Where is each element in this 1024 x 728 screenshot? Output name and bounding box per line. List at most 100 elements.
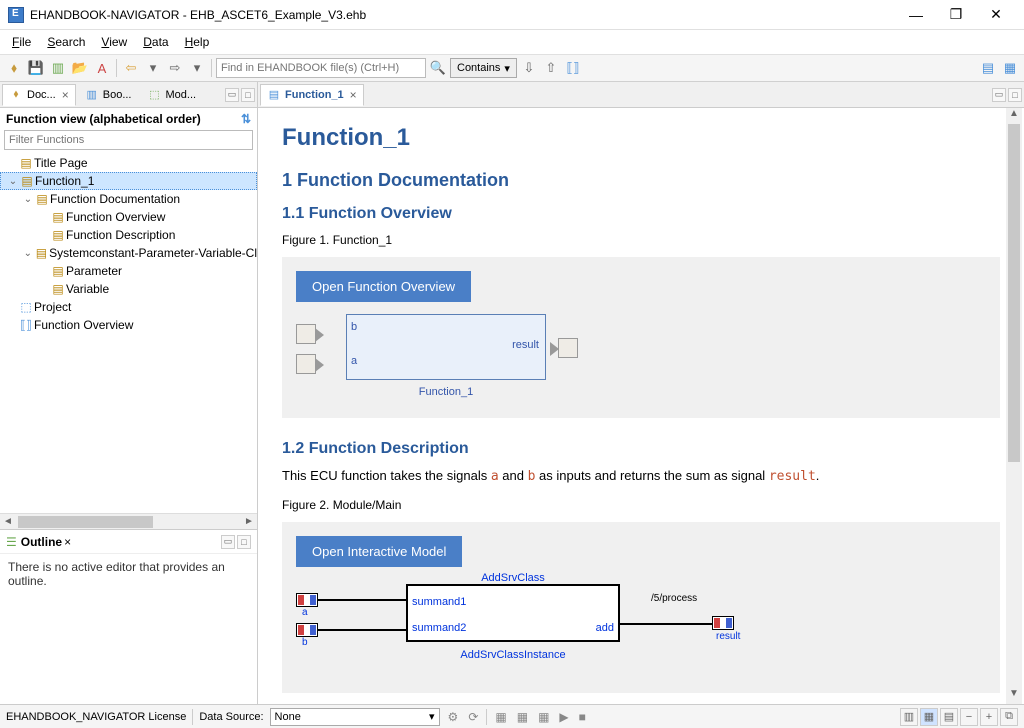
pdf-icon[interactable]: A (92, 58, 112, 78)
close-button[interactable]: ✕ (976, 1, 1016, 29)
anchor-icon[interactable]: ⧉ (1000, 708, 1018, 726)
horizontal-scrollbar[interactable]: ◄ ► (0, 513, 257, 529)
nav-up-icon[interactable]: ⇧ (541, 58, 561, 78)
license-label: EHANDBOOK_NAVIGATOR License (6, 711, 186, 723)
db-icon[interactable]: ▦ (493, 710, 508, 724)
input-port-a (296, 354, 316, 374)
output-port-result (558, 338, 578, 358)
tile-icon[interactable]: ▤ (978, 58, 998, 78)
layout-icon[interactable]: ▤ (940, 708, 958, 726)
db-icon[interactable]: ▦ (536, 710, 551, 724)
app-icon (8, 7, 24, 23)
panel-controls: ▭ □ (221, 535, 251, 549)
book-icon: ▥ (85, 88, 99, 102)
tab-docs[interactable]: ⬧ Doc... × (2, 84, 76, 106)
tree-item-title-page[interactable]: ▤Title Page (0, 154, 257, 172)
sort-icon[interactable]: ⇅ (241, 112, 251, 126)
tree-item-sysconst[interactable]: ⌄▤Systemconstant-Parameter-Variable-Cl (0, 244, 257, 262)
minimize-icon[interactable]: ▭ (221, 535, 235, 549)
minimize-button[interactable]: — (896, 1, 936, 29)
tab-books[interactable]: ▥ Boo... (78, 84, 139, 106)
book-icon[interactable]: ▥ (48, 58, 68, 78)
menu-search[interactable]: Search (39, 33, 93, 51)
addsrvclass-block: AddSrvClass summand1 summand2 add (406, 584, 620, 642)
search-icon[interactable]: 🔍 (428, 58, 448, 78)
open-icon[interactable]: 📂 (70, 58, 90, 78)
tab-mod[interactable]: ⬚ Mod... (141, 84, 204, 106)
db-icon[interactable]: ▦ (515, 710, 530, 724)
stop-icon[interactable]: ■ (577, 710, 588, 724)
maximize-icon[interactable]: □ (237, 535, 251, 549)
editor-tab-function-1[interactable]: ▤ Function_1 × (260, 84, 364, 106)
filter-input[interactable] (4, 130, 253, 150)
scroll-up-icon[interactable]: ▲ (1009, 108, 1019, 124)
back-dd[interactable]: ▾ (143, 58, 163, 78)
outline-header: ☰ Outline × ▭ □ (0, 530, 257, 554)
minimize-icon[interactable]: ▭ (225, 88, 239, 102)
close-icon[interactable]: × (62, 88, 69, 102)
scroll-left-icon[interactable]: ◄ (0, 516, 16, 527)
tree-icon: ⬧ (9, 88, 23, 102)
titlebar: EHANDBOOK-NAVIGATOR - EHB_ASCET6_Example… (0, 0, 1024, 30)
scroll-thumb[interactable] (18, 516, 153, 528)
doc-icon: ▤ (267, 88, 281, 102)
menu-help[interactable]: Help (177, 33, 218, 51)
layout-icon[interactable]: ▥ (900, 708, 918, 726)
scroll-down-icon[interactable]: ▼ (1009, 688, 1019, 704)
tree-item-function-1[interactable]: ⌄▤Function_1 (0, 172, 257, 190)
menu-view[interactable]: View (93, 33, 135, 51)
layout-icon[interactable]: ▦ (920, 708, 938, 726)
menu-file[interactable]: File (4, 33, 39, 51)
tree-item-func-doc[interactable]: ⌄▤Function Documentation (0, 190, 257, 208)
wire (318, 599, 406, 601)
function-view-header: Function view (alphabetical order) ⇅ (0, 108, 257, 130)
tree-item-variable[interactable]: ▤Variable (0, 280, 257, 298)
vertical-scrollbar[interactable]: ▲ ▼ (1006, 108, 1022, 704)
description-text: This ECU function takes the signals a an… (282, 468, 1000, 484)
play-icon[interactable]: ▶ (557, 710, 570, 724)
tree-item-func-overview[interactable]: ▤Function Overview (0, 208, 257, 226)
minimize-icon[interactable]: ▭ (992, 88, 1006, 102)
wire (620, 623, 712, 625)
tree-item-func-desc[interactable]: ▤Function Description (0, 226, 257, 244)
menu-data[interactable]: Data (135, 33, 176, 51)
plus-icon[interactable]: + (980, 708, 998, 726)
maximize-icon[interactable]: □ (241, 88, 255, 102)
tab-label: Doc... (27, 89, 56, 101)
diagram-2: a b AddSrvClass summand1 summand2 add Ad… (296, 579, 986, 679)
tree-icon[interactable]: ⬧ (4, 58, 24, 78)
function-tree[interactable]: ▤Title Page ⌄▤Function_1 ⌄▤Function Docu… (0, 154, 257, 513)
sidebar-tabs: ⬧ Doc... × ▥ Boo... ⬚ Mod... ▭ □ (0, 82, 257, 108)
document-content[interactable]: Function_1 1 Function Documentation 1.1 … (258, 108, 1024, 704)
highlight-icon[interactable]: ⟦⟧ (563, 58, 583, 78)
refresh-icon[interactable]: ⟳ (466, 710, 480, 724)
menubar: File Search View Data Help (0, 30, 1024, 54)
tree-item-parameter[interactable]: ▤Parameter (0, 262, 257, 280)
perspective-icon[interactable]: ▦ (1000, 58, 1020, 78)
open-function-overview-button[interactable]: Open Function Overview (296, 271, 471, 302)
maximize-button[interactable]: ❐ (936, 1, 976, 29)
nav-down-icon[interactable]: ⇩ (519, 58, 539, 78)
toolbar: ⬧ 💾 ▥ 📂 A ⇦ ▾ ⇨ ▾ 🔍 Contains▾ ⇩ ⇧ ⟦⟧ ▤ ▦ (0, 54, 1024, 82)
search-input[interactable] (216, 58, 426, 78)
scroll-thumb[interactable] (1008, 124, 1020, 462)
maximize-icon[interactable]: □ (1008, 88, 1022, 102)
minus-icon[interactable]: − (960, 708, 978, 726)
contains-dropdown[interactable]: Contains▾ (450, 58, 517, 78)
tree-item-func-overview2[interactable]: ⟦⟧Function Overview (0, 316, 257, 334)
close-icon[interactable]: × (64, 535, 71, 549)
figure-2-caption: Figure 2. Module/Main (282, 498, 1000, 512)
fwd-dd[interactable]: ▾ (187, 58, 207, 78)
fwd-button[interactable]: ⇨ (165, 58, 185, 78)
separator (211, 59, 212, 77)
figure-1-box: Open Function Overview b a result Functi… (282, 257, 1000, 418)
scroll-right-icon[interactable]: ► (241, 516, 257, 527)
save-icon[interactable]: 💾 (26, 58, 46, 78)
tree-item-project[interactable]: ⬚Project (0, 298, 257, 316)
data-source-dropdown[interactable]: None▾ (270, 708, 440, 726)
back-button[interactable]: ⇦ (121, 58, 141, 78)
gear-icon[interactable]: ⚙ (446, 710, 461, 724)
status-right-icons: ▥ ▦ ▤ − + ⧉ (900, 708, 1018, 726)
close-icon[interactable]: × (350, 88, 357, 102)
open-interactive-model-button[interactable]: Open Interactive Model (296, 536, 462, 567)
